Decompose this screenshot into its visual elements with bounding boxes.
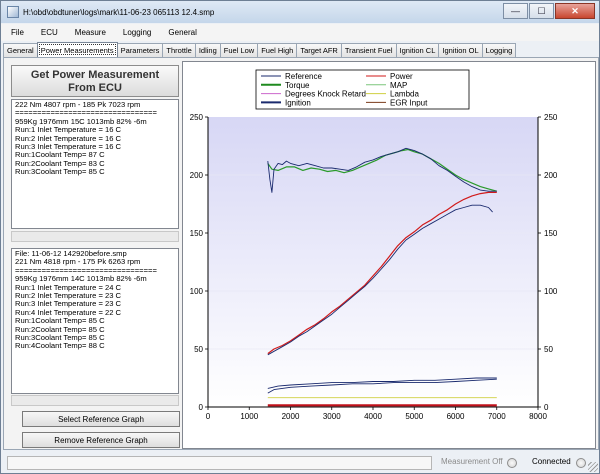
y-tick-label-right: 50 xyxy=(544,345,553,354)
minimize-button[interactable]: — xyxy=(503,3,528,19)
app-window: H:\obd\obdtuner\logs\mark\11-06-23 06511… xyxy=(0,0,600,474)
tab-throttle[interactable]: Throttle xyxy=(162,43,196,57)
tab-power-measurements[interactable]: Power Measurements xyxy=(36,42,118,57)
current-panel-scrollbar[interactable] xyxy=(11,231,179,242)
y-tick-label-left: 150 xyxy=(190,229,204,238)
x-tick-label: 5000 xyxy=(405,412,423,421)
tab-logging[interactable]: Logging xyxy=(481,43,517,57)
resize-grip[interactable] xyxy=(588,462,598,472)
close-button[interactable]: ✕ xyxy=(555,3,595,19)
get-power-button-line2: From ECU xyxy=(68,82,122,94)
plot-background xyxy=(208,117,538,407)
legend-label: Ignition xyxy=(285,98,311,107)
tab-content: Get Power Measurement From ECU 222 Nm 48… xyxy=(3,57,599,450)
tab-fuel-high[interactable]: Fuel High xyxy=(257,43,298,57)
y-tick-label-right: 250 xyxy=(544,113,558,122)
current-measurement-panel[interactable]: 222 Nm 4807 rpm - 185 Pk 7023 rpm ======… xyxy=(11,99,179,229)
connection-status: Connected xyxy=(532,457,571,466)
menu-file[interactable]: File xyxy=(11,28,24,37)
app-icon xyxy=(7,6,19,18)
legend-label: Lambda xyxy=(390,90,419,99)
tab-general[interactable]: General xyxy=(3,43,38,57)
power-chart-svg: 0 050 50100 100150 150200 200250 2500 1000 2000 3… xyxy=(190,69,558,421)
power-chart[interactable]: 0 0 50 50 100 100 150 150 200 200 250 250 0 1000 2000 3… xyxy=(182,61,596,449)
tab-transient-fuel[interactable]: Transient Fuel xyxy=(340,43,397,57)
legend-label: Torque xyxy=(285,81,310,90)
x-tick-label: 8000 xyxy=(529,412,547,421)
window-title: H:\obd\obdtuner\logs\mark\11-06-23 06511… xyxy=(23,7,215,17)
reference-line: Run:4Coolant Temp= 88 C xyxy=(15,341,105,351)
select-reference-graph-button[interactable]: Select Reference Graph xyxy=(22,411,180,427)
tab-bar: General Power Measurements Parameters Th… xyxy=(3,42,599,57)
menu-general[interactable]: General xyxy=(168,28,196,37)
tab-ignition-cl[interactable]: Ignition CL xyxy=(395,43,440,57)
y-tick-label-left: 250 xyxy=(190,113,204,122)
y-tick-label-left: 0 xyxy=(199,403,204,412)
legend-label: Degrees Knock Retard xyxy=(285,90,366,99)
y-tick-label-right: 150 xyxy=(544,229,558,238)
menu-bar: File ECU Measure Logging General xyxy=(1,24,599,41)
window-controls: — ☐ ✕ xyxy=(502,3,595,19)
measurement-status: Measurement Off xyxy=(441,457,503,466)
x-tick-label: 7000 xyxy=(488,412,506,421)
measurement-indicator xyxy=(507,458,517,468)
tab-ignition-ol[interactable]: Ignition OL xyxy=(438,43,483,57)
connection-indicator xyxy=(576,458,586,468)
y-tick-label-left: 200 xyxy=(190,171,204,180)
status-message-field xyxy=(7,456,432,470)
reference-panel-scrollbar[interactable] xyxy=(11,395,179,406)
legend-label: Reference xyxy=(285,72,322,81)
legend-label: EGR Input xyxy=(390,98,428,107)
title-bar[interactable]: H:\obd\obdtuner\logs\mark\11-06-23 06511… xyxy=(1,1,599,23)
tab-fuel-low[interactable]: Fuel Low xyxy=(219,43,259,57)
legend-label: Power xyxy=(390,72,413,81)
menu-logging[interactable]: Logging xyxy=(123,28,151,37)
reference-measurement-panel[interactable]: File: 11-06-12 142920before.smp 221 Nm 4… xyxy=(11,248,179,394)
x-tick-label: 3000 xyxy=(323,412,341,421)
status-bar: Measurement Off Connected xyxy=(1,453,599,473)
y-tick-label-right: 0 xyxy=(544,403,549,412)
current-line: Run:3Coolant Temp= 85 C xyxy=(15,167,105,177)
tab-parameters[interactable]: Parameters xyxy=(116,43,164,57)
x-tick-label: 6000 xyxy=(447,412,465,421)
x-tick-label: 2000 xyxy=(282,412,300,421)
y-tick-label-left: 100 xyxy=(190,287,204,296)
maximize-button[interactable]: ☐ xyxy=(529,3,554,19)
tab-target-afr[interactable]: Target AFR xyxy=(296,43,342,57)
legend-label: MAP xyxy=(390,81,407,90)
menu-ecu[interactable]: ECU xyxy=(41,28,58,37)
y-tick-label-right: 100 xyxy=(544,287,558,296)
get-power-button-line1: Get Power Measurement xyxy=(30,69,160,81)
x-tick-label: 0 xyxy=(206,412,211,421)
x-tick-label: 1000 xyxy=(240,412,258,421)
left-panel: Get Power Measurement From ECU 222 Nm 48… xyxy=(7,61,180,449)
y-tick-label-right: 200 xyxy=(544,171,558,180)
remove-reference-graph-button[interactable]: Remove Reference Graph xyxy=(22,432,180,448)
tab-idling[interactable]: Idling xyxy=(194,43,221,57)
menu-measure[interactable]: Measure xyxy=(75,28,106,37)
y-tick-label-left: 50 xyxy=(194,345,203,354)
x-tick-label: 4000 xyxy=(364,412,382,421)
get-power-measurement-button[interactable]: Get Power Measurement From ECU xyxy=(11,65,179,97)
